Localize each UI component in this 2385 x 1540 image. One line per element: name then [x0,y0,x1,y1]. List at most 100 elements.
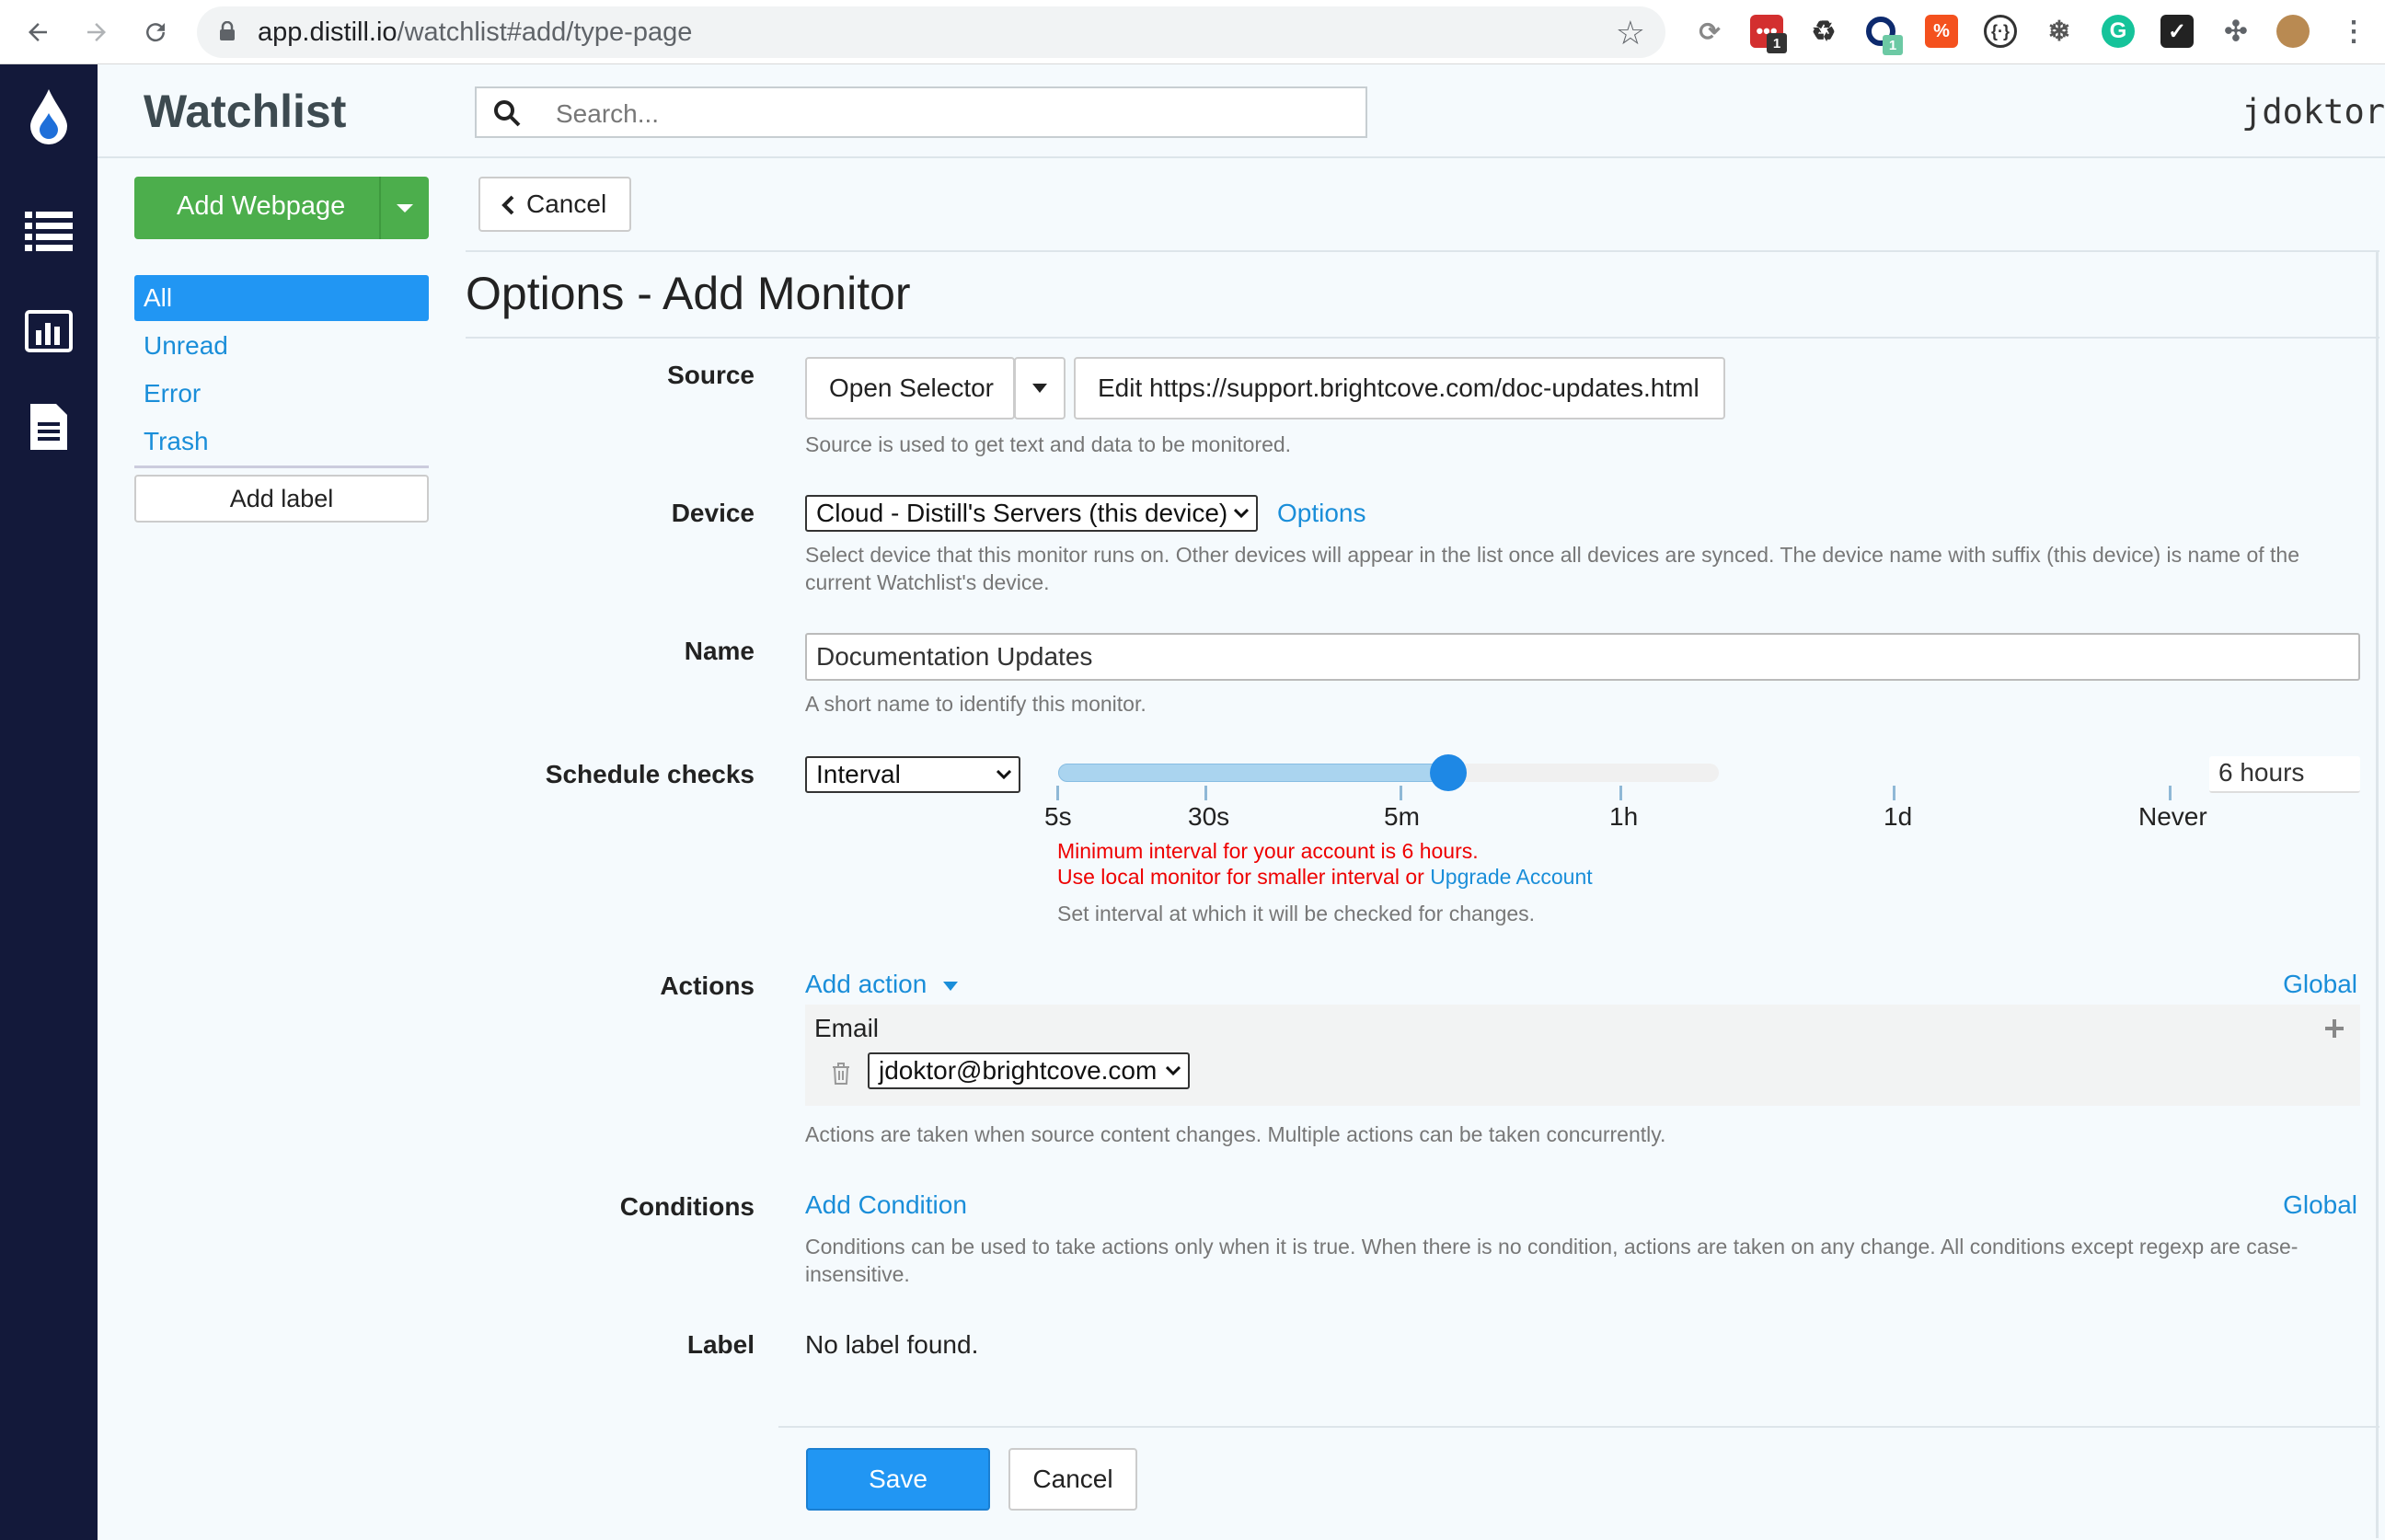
chevron-left-icon [501,195,514,215]
device-select[interactable]: Cloud - Distill's Servers (this device) [805,495,1258,532]
add-webpage-dropdown[interactable] [379,177,429,239]
chart-icon[interactable] [23,305,75,357]
profile-avatar[interactable] [2276,15,2310,48]
tick-label: Never [2138,802,2207,831]
tick-label: 1d [1884,802,1913,831]
translate-extension-icon[interactable]: % [1925,15,1958,48]
url-text: app.distill.io/watchlist#add/type-page [258,17,693,47]
conditions-help: Conditions can be used to take actions o… [805,1235,2299,1286]
kebab-menu-icon[interactable]: ⋮ [2337,15,2370,48]
actions-global-link[interactable]: Global [2283,970,2357,999]
divider [466,250,2379,252]
actions-help: Actions are taken when source content ch… [805,1122,1666,1146]
brand-title: Watchlist [144,86,347,137]
add-label-button[interactable]: Add label [134,475,429,523]
source-label: Source [667,361,755,389]
sync-extension-icon[interactable]: ⟳ [1693,15,1726,48]
conditions-label: Conditions [619,1192,755,1221]
nav-item-unread[interactable]: Unread [134,323,429,369]
cancel-top-button[interactable]: Cancel [478,177,631,232]
caret-down-icon [943,981,959,991]
document-icon[interactable] [23,401,75,453]
save-button[interactable]: Save [806,1448,990,1511]
conditions-global-link[interactable]: Global [2283,1190,2357,1220]
distill-logo-icon[interactable] [23,89,75,144]
interval-error-2: Use local monitor for smaller interval o… [1057,865,1593,889]
app-sidenav [0,64,98,1540]
schedule-type-value: Interval [816,760,901,788]
cancel-top-label: Cancel [526,190,607,218]
search-placeholder: Search... [556,99,660,128]
name-help: A short name to identify this monitor. [805,692,1146,716]
caret-down-icon [1032,384,1047,393]
add-action-dropdown[interactable]: Add action [805,970,959,999]
divider [2376,250,2379,1538]
upgrade-account-link[interactable]: Upgrade Account [1430,865,1592,889]
forward-arrow-icon[interactable] [77,13,116,52]
slider-tick [1893,786,1895,800]
search-icon [494,100,521,127]
actions-label: Actions [660,971,755,1000]
tick-label: 5m [1384,802,1420,831]
recycle-extension-icon[interactable]: ♻ [1807,15,1840,48]
nav-item-all[interactable]: All [134,275,429,321]
interval-error-1: Minimum interval for your account is 6 h… [1057,839,1479,863]
username[interactable]: jdoktor [2241,92,2385,132]
add-action-label: Add action [805,970,928,998]
chevron-down-icon [1166,1066,1181,1075]
slider-tick [1056,786,1059,800]
snowflake-extension-icon[interactable]: ❄ [2043,15,2076,48]
email-select-value: jdoktor@brightcove.com [879,1056,1158,1085]
schedule-type-select[interactable]: Interval [805,756,1020,793]
action-email-label: Email [814,1014,880,1042]
device-help: Select device that this monitor runs on.… [805,543,2300,594]
open-selector-button[interactable]: Open Selector [805,357,1015,419]
slider-tick [1400,786,1402,800]
add-condition-link[interactable]: Add Condition [805,1190,967,1220]
open-selector-dropdown[interactable] [1014,357,1066,419]
schedule-help: Set interval at which it will be checked… [1057,902,1536,925]
edit-source-button[interactable]: Edit https://support.brightcove.com/doc-… [1074,357,1725,419]
extension-badge-2: 1 [1883,35,1903,55]
slider-tick [1619,786,1622,800]
action-email-card: Email jdoktor@brightcove.com [805,1005,2360,1106]
back-arrow-icon[interactable] [18,13,57,52]
name-label: Name [684,637,755,665]
main-content: Cancel Options - Add Monitor Source Open… [466,158,2385,1540]
reload-icon[interactable] [136,13,175,52]
check-extension-icon[interactable]: ✓ [2160,15,2194,48]
divider [778,1426,2379,1428]
grammarly-extension-icon[interactable]: G [2102,15,2135,48]
device-select-value: Cloud - Distill's Servers (this device) [816,499,1228,527]
device-options-link[interactable]: Options [1277,499,1366,528]
chevron-down-icon [1234,509,1249,518]
interval-value-field[interactable]: 6 hours [2209,756,2360,793]
divider [466,337,2379,339]
trash-icon[interactable] [831,1062,851,1086]
source-help: Source is used to get text and data to b… [805,432,1292,456]
slider-fill [1058,764,1448,782]
email-select[interactable]: jdoktor@brightcove.com [868,1052,1190,1089]
slider-handle[interactable] [1429,754,1467,791]
browser-toolbar: app.distill.io/watchlist#add/type-page ☆… [0,0,2385,64]
puzzle-extension-icon[interactable]: ✣ [2219,15,2252,48]
add-webpage-button[interactable]: Add Webpage [134,177,429,239]
page-title: Options - Add Monitor [466,268,911,319]
label-value: No label found. [805,1330,979,1359]
nav-item-trash[interactable]: Trash [134,419,429,465]
name-input[interactable]: Documentation Updates [805,633,2360,681]
list-icon[interactable] [23,206,75,258]
address-bar[interactable]: app.distill.io/watchlist#add/type-page ☆ [197,6,1665,58]
search-input[interactable]: Search... [475,86,1367,138]
chevron-down-icon [997,770,1011,779]
code-extension-icon[interactable]: {·} [1984,15,2017,48]
plus-icon[interactable] [2323,1017,2345,1040]
cancel-button[interactable]: Cancel [1008,1448,1137,1511]
slider-tick [1204,786,1207,800]
add-webpage-label: Add Webpage [177,191,346,221]
interval-slider[interactable] [1058,764,1719,782]
nav-item-error[interactable]: Error [134,371,429,417]
bookmark-star-icon[interactable]: ☆ [1616,14,1645,52]
schedule-label: Schedule checks [545,760,755,788]
label-field-label: Label [686,1330,755,1359]
